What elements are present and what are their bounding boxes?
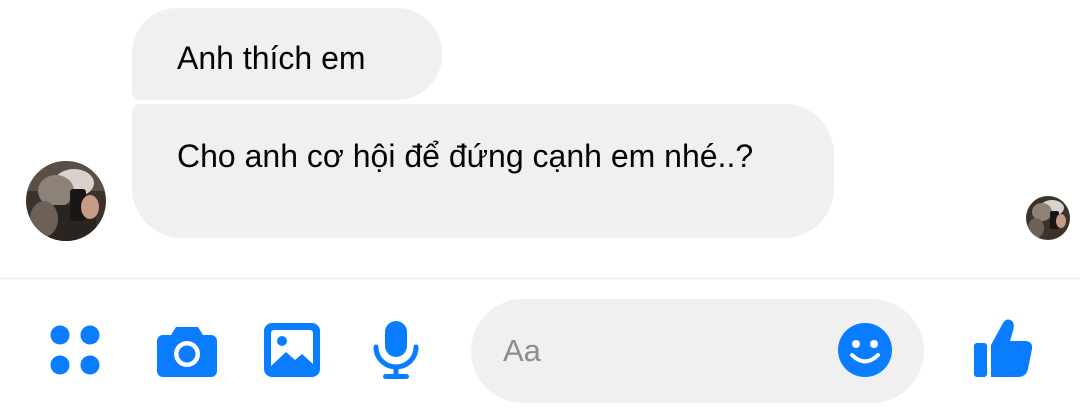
message-text: Cho anh cơ hội để đứng cạnh em nhé..? [177,138,754,174]
message-text: Anh thích em [177,40,366,76]
message-input[interactable] [503,299,833,403]
camera-icon [157,327,217,377]
message-input-box [471,299,924,403]
emoji-button[interactable] [836,321,894,379]
more-icon [50,325,100,375]
message-bubble[interactable]: Cho anh cơ hội để đứng cạnh em nhé..? [132,104,834,238]
sender-avatar[interactable] [26,161,106,241]
gallery-button[interactable] [262,321,322,379]
voice-button[interactable] [368,319,424,381]
message-bubble[interactable]: Anh thích em [132,8,442,100]
seen-avatar [1026,196,1070,240]
image-icon [264,323,320,377]
thumbs-up-icon [974,319,1033,377]
more-button[interactable] [46,321,104,379]
like-button[interactable] [970,315,1036,381]
microphone-icon [373,321,419,379]
composer-bar [0,279,1080,417]
conversation: Anh thích em Cho anh cơ hội để đứng cạnh… [0,0,1080,278]
camera-button[interactable] [156,321,218,379]
emoji-icon [838,323,892,377]
